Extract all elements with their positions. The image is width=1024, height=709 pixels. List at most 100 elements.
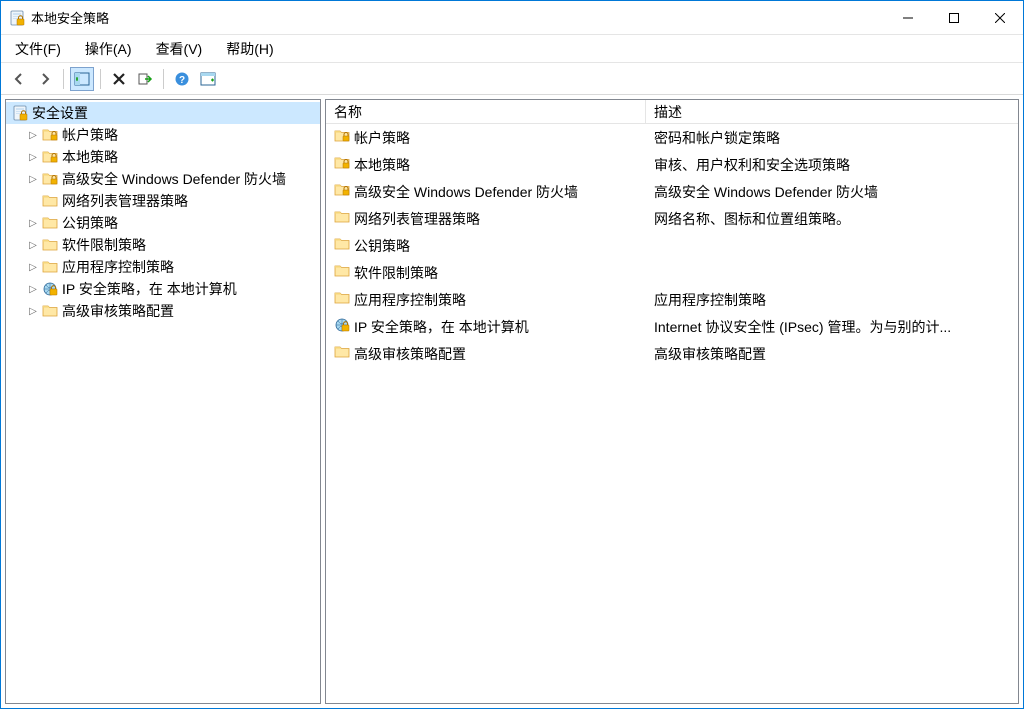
tree-item-label: 网络列表管理器策略 [62, 191, 188, 211]
minimize-button[interactable] [885, 2, 931, 34]
toolbar-separator [163, 69, 164, 89]
row-description: 高级审核策略配置 [646, 344, 1018, 364]
window-controls [885, 2, 1023, 34]
folder-lock-icon [334, 182, 350, 201]
tree-panel[interactable]: 安全设置 ▷ 帐户策略 ▷ 本地策略 ▷ 高级安全 Windows Defender 防火… [5, 99, 321, 704]
tree-item[interactable]: ▷ 帐户策略 [22, 124, 320, 146]
tree-item[interactable]: ▷ 高级审核策略配置 [22, 300, 320, 322]
tree-item[interactable]: 网络列表管理器策略 [22, 190, 320, 212]
list-row[interactable]: 软件限制策略 [326, 259, 1018, 286]
menu-view[interactable]: 查看(V) [152, 37, 207, 61]
folder-lock-icon [334, 128, 350, 147]
tree-item[interactable]: ▷ 软件限制策略 [22, 234, 320, 256]
folder-icon [334, 344, 350, 363]
folder-icon [42, 193, 58, 209]
expand-icon[interactable]: ▷ [26, 260, 40, 274]
list-row[interactable]: 帐户策略 密码和帐户锁定策略 [326, 124, 1018, 151]
folder-icon [42, 259, 58, 275]
folder-icon [334, 209, 350, 228]
maximize-button[interactable] [931, 2, 977, 34]
forward-button[interactable] [33, 67, 57, 91]
row-name-label: 高级审核策略配置 [354, 344, 466, 364]
column-description[interactable]: 描述 [646, 100, 1018, 123]
folder-icon [42, 303, 58, 319]
row-name-label: 网络列表管理器策略 [354, 209, 480, 229]
row-description: 应用程序控制策略 [646, 290, 1018, 310]
list-row[interactable]: 本地策略 审核、用户权利和安全选项策略 [326, 151, 1018, 178]
expand-icon[interactable]: ▷ [26, 304, 40, 318]
show-hide-tree-button[interactable] [70, 67, 94, 91]
row-name-label: 应用程序控制策略 [354, 290, 466, 310]
close-button[interactable] [977, 2, 1023, 34]
app-icon [9, 10, 25, 26]
row-name-label: IP 安全策略，在 本地计算机 [354, 317, 529, 337]
security-icon [12, 105, 28, 121]
window-title: 本地安全策略 [31, 8, 885, 27]
row-name-label: 帐户策略 [354, 128, 410, 148]
list-row[interactable]: 网络列表管理器策略 网络名称、图标和位置组策略。 [326, 205, 1018, 232]
menu-help[interactable]: 帮助(H) [222, 37, 277, 61]
tree-item[interactable]: ▷ IP 安全策略，在 本地计算机 [22, 278, 320, 300]
list-panel[interactable]: 名称 描述 帐户策略 密码和帐户锁定策略本地策略 审核、用户权利和安全选项策略高级安… [325, 99, 1019, 704]
toolbar: ? [1, 63, 1023, 95]
tree-root-security-settings[interactable]: 安全设置 [6, 102, 320, 124]
row-description: Internet 协议安全性 (IPsec) 管理。为与别的计... [646, 317, 1018, 337]
menu-file[interactable]: 文件(F) [11, 37, 65, 61]
list-row[interactable]: 高级安全 Windows Defender 防火墙高级安全 Windows De… [326, 178, 1018, 205]
menubar: 文件(F) 操作(A) 查看(V) 帮助(H) [1, 35, 1023, 63]
expand-icon[interactable]: ▷ [26, 282, 40, 296]
tree-item-label: 应用程序控制策略 [62, 257, 174, 277]
row-description: 密码和帐户锁定策略 [646, 128, 1018, 148]
row-name-label: 本地策略 [354, 155, 410, 175]
tree-item-label: 本地策略 [62, 147, 118, 167]
expand-icon[interactable]: ▷ [26, 216, 40, 230]
tree-item[interactable]: ▷ 本地策略 [22, 146, 320, 168]
row-name-label: 高级安全 Windows Defender 防火墙 [354, 182, 578, 202]
toolbar-separator [100, 69, 101, 89]
column-name[interactable]: 名称 [326, 100, 646, 123]
tree-item[interactable]: ▷ 公钥策略 [22, 212, 320, 234]
tree-item-label: 公钥策略 [62, 213, 118, 233]
toolbar-separator [63, 69, 64, 89]
delete-button[interactable] [107, 67, 131, 91]
tree-item-label: 软件限制策略 [62, 235, 146, 255]
expand-icon[interactable]: ▷ [26, 128, 40, 142]
tree-item-label: 高级安全 Windows Defender 防火墙 [62, 169, 286, 189]
export-button[interactable] [133, 67, 157, 91]
list-row[interactable]: 公钥策略 [326, 232, 1018, 259]
row-name-label: 公钥策略 [354, 236, 410, 256]
row-description: 审核、用户权利和安全选项策略 [646, 155, 1018, 175]
folder-lock-icon [334, 155, 350, 174]
list-row[interactable]: 高级审核策略配置 高级审核策略配置 [326, 340, 1018, 367]
folder-icon [42, 215, 58, 231]
expand-icon[interactable]: ▷ [26, 172, 40, 186]
tree-item-label: IP 安全策略，在 本地计算机 [62, 279, 237, 299]
svg-text:?: ? [179, 75, 185, 86]
help-button[interactable]: ? [170, 67, 194, 91]
tree-item[interactable]: ▷ 应用程序控制策略 [22, 256, 320, 278]
ipsec-icon [42, 281, 58, 297]
menu-action[interactable]: 操作(A) [81, 37, 136, 61]
tree-item[interactable]: ▷ 高级安全 Windows Defender 防火墙 [22, 168, 320, 190]
tree-root-label: 安全设置 [32, 103, 88, 123]
content-area: 安全设置 ▷ 帐户策略 ▷ 本地策略 ▷ 高级安全 Windows Defender 防火… [1, 95, 1023, 708]
row-description: 网络名称、图标和位置组策略。 [646, 209, 1018, 229]
titlebar: 本地安全策略 [1, 1, 1023, 35]
folder-lock-icon [42, 127, 58, 143]
row-name-label: 软件限制策略 [354, 263, 438, 283]
expand-icon[interactable]: ▷ [26, 238, 40, 252]
properties-button[interactable] [196, 67, 220, 91]
list-row[interactable]: IP 安全策略，在 本地计算机 Internet 协议安全性 (IPsec) 管理… [326, 313, 1018, 340]
folder-lock-icon [42, 149, 58, 165]
tree-item-label: 帐户策略 [62, 125, 118, 145]
folder-icon [334, 290, 350, 309]
folder-icon [334, 236, 350, 255]
list-row[interactable]: 应用程序控制策略 应用程序控制策略 [326, 286, 1018, 313]
folder-icon [42, 237, 58, 253]
back-button[interactable] [7, 67, 31, 91]
tree-item-label: 高级审核策略配置 [62, 301, 174, 321]
expand-icon[interactable]: ▷ [26, 150, 40, 164]
list-header: 名称 描述 [326, 100, 1018, 124]
folder-icon [334, 263, 350, 282]
expand-spacer [26, 194, 40, 208]
